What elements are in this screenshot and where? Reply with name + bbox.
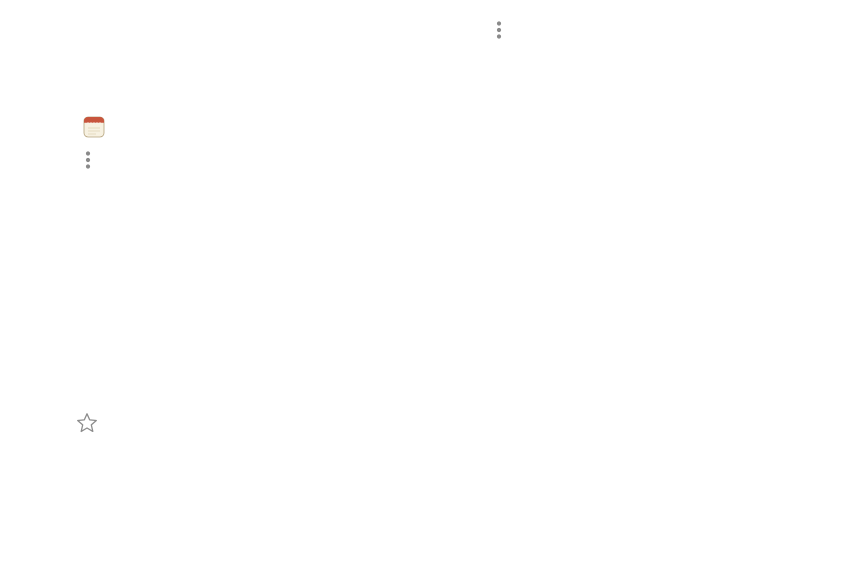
page: [0, 0, 865, 577]
more-options-icon: [496, 21, 502, 39]
notes-app-icon: [83, 116, 105, 138]
star-outline-icon: [77, 413, 97, 433]
more-options-icon: [85, 151, 91, 169]
